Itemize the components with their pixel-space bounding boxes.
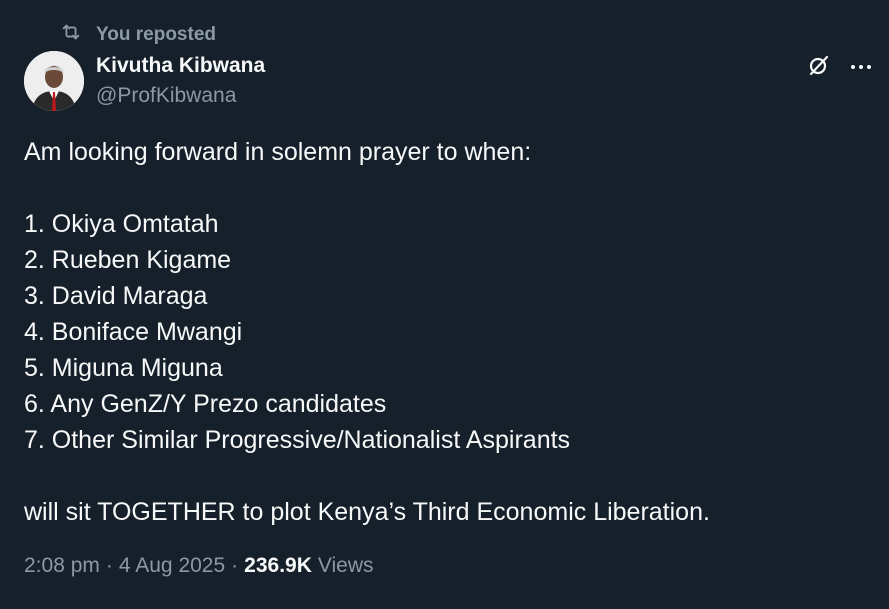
views-count[interactable]: 236.9K: [244, 554, 312, 578]
list-item: 5. Miguna Miguna: [24, 354, 223, 382]
tweet-date[interactable]: 4 Aug 2025: [119, 554, 225, 578]
grok-button[interactable]: [805, 53, 833, 81]
more-dots-icon: [850, 57, 872, 75]
tweet-text: Am looking forward in solemn prayer to w…: [24, 134, 864, 530]
list-item: 7. Other Similar Progressive/Nationalist…: [24, 426, 571, 454]
meta-separator: ·: [231, 554, 239, 577]
repost-label: You reposted: [96, 24, 216, 45]
tweet-time[interactable]: 2:08 pm: [24, 554, 100, 578]
views-label: Views: [317, 554, 374, 577]
list-item: 6. Any GenZ/Y Prezo candidates: [24, 390, 387, 418]
list-item: 3. David Maraga: [24, 282, 208, 310]
tweet-outro: will sit TOGETHER to plot Kenya’s Third …: [24, 498, 710, 526]
repost-icon: [60, 21, 82, 49]
list-item: 2. Rueben Kigame: [24, 246, 232, 274]
list-item: 4. Boniface Mwangi: [24, 318, 243, 346]
more-button[interactable]: [848, 54, 874, 78]
repost-indicator[interactable]: You reposted: [60, 21, 216, 49]
list-item: 1. Okiya Omtatah: [24, 210, 219, 238]
tweet-meta: 2:08 pm · 4 Aug 2025 · 236.9K Views: [24, 554, 374, 578]
author-name[interactable]: Kivutha Kibwana: [96, 54, 265, 78]
grok-icon: [807, 53, 831, 82]
meta-separator: ·: [105, 554, 113, 577]
tweet-intro: Am looking forward in solemn prayer to w…: [24, 138, 532, 166]
author-handle[interactable]: @ProfKibwana: [96, 84, 236, 108]
avatar[interactable]: [24, 51, 84, 111]
